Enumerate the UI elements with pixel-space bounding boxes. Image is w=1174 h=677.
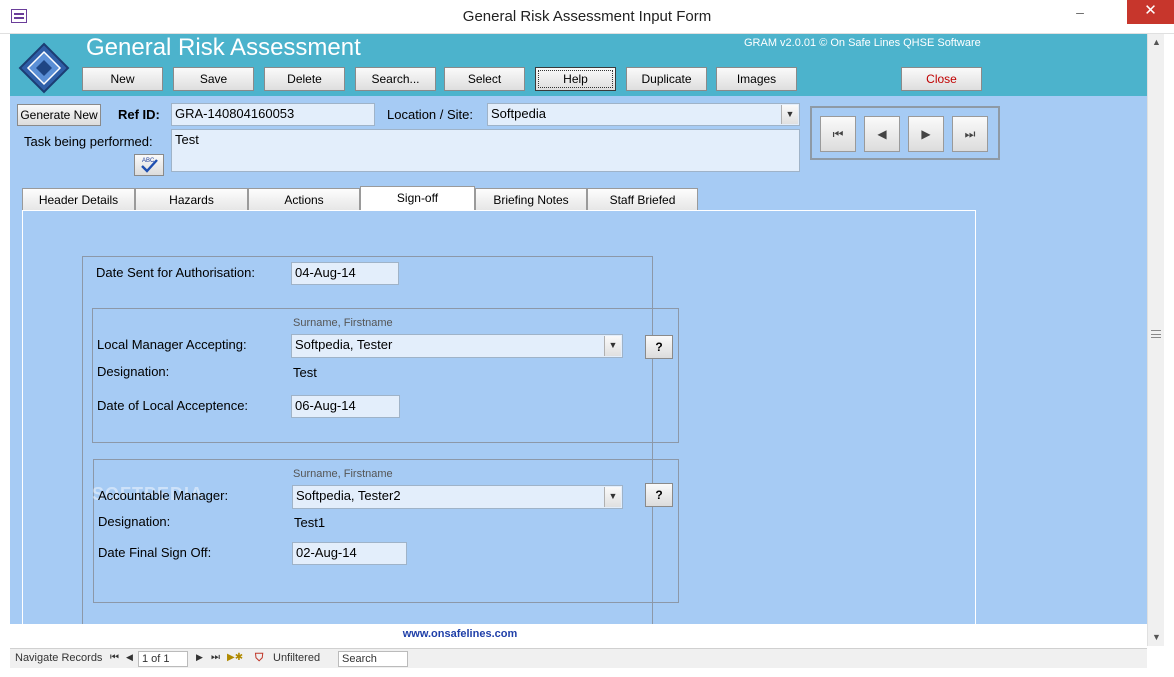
search-input[interactable]: Search	[338, 651, 408, 667]
local-manager-hint: Surname, Firstname	[293, 317, 393, 329]
local-acceptance-date-field[interactable]: 06-Aug-14	[291, 395, 400, 418]
date-sent-field[interactable]: 04-Aug-14	[291, 262, 399, 285]
task-label: Task being performed:	[24, 134, 153, 149]
location-value: Softpedia	[491, 106, 546, 121]
ref-id-label: Ref ID:	[118, 107, 160, 122]
accountable-manager-value: Softpedia, Tester2	[296, 488, 401, 503]
local-manager-label: Local Manager Accepting:	[97, 337, 247, 352]
spell-check-button[interactable]: ABC	[134, 154, 164, 176]
scroll-up-icon[interactable]: ▲	[1148, 34, 1165, 51]
navigate-records-label: Navigate Records	[15, 652, 103, 664]
previous-record-icon[interactable]: ◀	[126, 652, 133, 663]
select-button[interactable]: Select	[444, 67, 525, 91]
chevron-down-icon[interactable]: ▼	[604, 487, 621, 507]
scroll-down-icon[interactable]: ▼	[1148, 629, 1165, 646]
local-acceptance-date-label: Date of Local Acceptence:	[97, 398, 249, 413]
accountable-designation-value: Test1	[294, 515, 326, 530]
accountable-manager-label: Accountable Manager:	[98, 488, 229, 503]
task-field[interactable]: Test	[171, 129, 800, 172]
first-record-icon[interactable]: ⏮	[110, 652, 119, 663]
accountable-manager-select[interactable]: Softpedia, Tester2 ▼	[292, 485, 623, 509]
close-window-icon[interactable]: ✕	[1127, 0, 1174, 24]
new-record-icon[interactable]: ▶✱	[227, 652, 243, 663]
accountable-designation-label: Designation:	[98, 514, 171, 529]
record-navigation-bar: Navigate Records ⏮ ◀ 1 of 1 ▶ ⏭ ▶✱ ⛉ Unf…	[10, 648, 1147, 668]
delete-button[interactable]: Delete	[264, 67, 345, 91]
close-form-button[interactable]: Close	[901, 67, 982, 91]
save-button[interactable]: Save	[173, 67, 254, 91]
vertical-scrollbar[interactable]: ▲ ▼	[1147, 34, 1164, 646]
images-button[interactable]: Images	[716, 67, 797, 91]
record-navigation-panel: ⏮ ◀ ▶ ⏭	[810, 106, 1000, 160]
local-designation-value: Test	[293, 365, 317, 380]
new-button[interactable]: New	[82, 67, 163, 91]
last-record-icon[interactable]: ⏭	[952, 116, 988, 152]
tab-sign-off[interactable]: Sign-off	[360, 186, 475, 211]
local-designation-label: Designation:	[97, 364, 170, 379]
risk-assessment-form: General Risk Assessment GRAM v2.0.01 © O…	[10, 34, 1147, 624]
form-header-band: General Risk Assessment GRAM v2.0.01 © O…	[10, 34, 1147, 96]
location-label: Location / Site:	[387, 107, 473, 122]
help-button[interactable]: Help	[535, 67, 616, 91]
accountable-manager-frame	[93, 459, 679, 603]
minimize-icon[interactable]: –	[1073, 4, 1087, 24]
generate-new-button[interactable]: Generate New	[17, 104, 101, 126]
duplicate-button[interactable]: Duplicate	[626, 67, 707, 91]
previous-record-icon[interactable]: ◀	[864, 116, 900, 152]
last-record-icon[interactable]: ⏭	[211, 652, 220, 663]
diamond-logo-icon	[18, 42, 70, 94]
ref-id-field[interactable]: GRA-140804160053	[171, 103, 375, 126]
final-sign-off-date-label: Date Final Sign Off:	[98, 545, 212, 560]
location-select[interactable]: Softpedia ▼	[487, 103, 800, 126]
record-position-field[interactable]: 1 of 1	[138, 651, 188, 667]
spell-check-icon: ABC	[141, 158, 158, 173]
date-sent-label: Date Sent for Authorisation:	[96, 265, 255, 280]
chevron-down-icon[interactable]: ▼	[781, 105, 798, 124]
accountable-manager-hint: Surname, Firstname	[293, 468, 393, 480]
website-link[interactable]: www.onsafelines.com	[0, 628, 920, 640]
final-sign-off-date-field[interactable]: 02-Aug-14	[292, 542, 407, 565]
tab-header-details[interactable]: Header Details	[22, 188, 135, 210]
accountable-manager-help-button[interactable]: ?	[645, 483, 673, 507]
tab-hazards[interactable]: Hazards	[135, 188, 248, 210]
window-titlebar: General Risk Assessment Input Form – ✕	[0, 0, 1174, 34]
chevron-down-icon[interactable]: ▼	[604, 336, 621, 356]
next-record-icon[interactable]: ▶	[908, 116, 944, 152]
form-title: General Risk Assessment	[86, 34, 361, 61]
tab-staff-briefed[interactable]: Staff Briefed	[587, 188, 698, 210]
filter-icon[interactable]: ⛉	[255, 652, 263, 665]
tab-briefing-notes[interactable]: Briefing Notes	[475, 188, 587, 210]
tab-actions[interactable]: Actions	[248, 188, 360, 210]
local-manager-select[interactable]: Softpedia, Tester ▼	[291, 334, 623, 358]
version-text: GRAM v2.0.01 © On Safe Lines QHSE Softwa…	[744, 37, 981, 49]
first-record-icon[interactable]: ⏮	[820, 116, 856, 152]
next-record-icon[interactable]: ▶	[196, 652, 203, 663]
scroll-grip-icon[interactable]	[1151, 330, 1161, 338]
window-title: General Risk Assessment Input Form	[462, 8, 712, 25]
local-manager-value: Softpedia, Tester	[295, 337, 393, 352]
search-button[interactable]: Search...	[355, 67, 436, 91]
local-manager-help-button[interactable]: ?	[645, 335, 673, 359]
filter-status[interactable]: Unfiltered	[273, 652, 320, 664]
